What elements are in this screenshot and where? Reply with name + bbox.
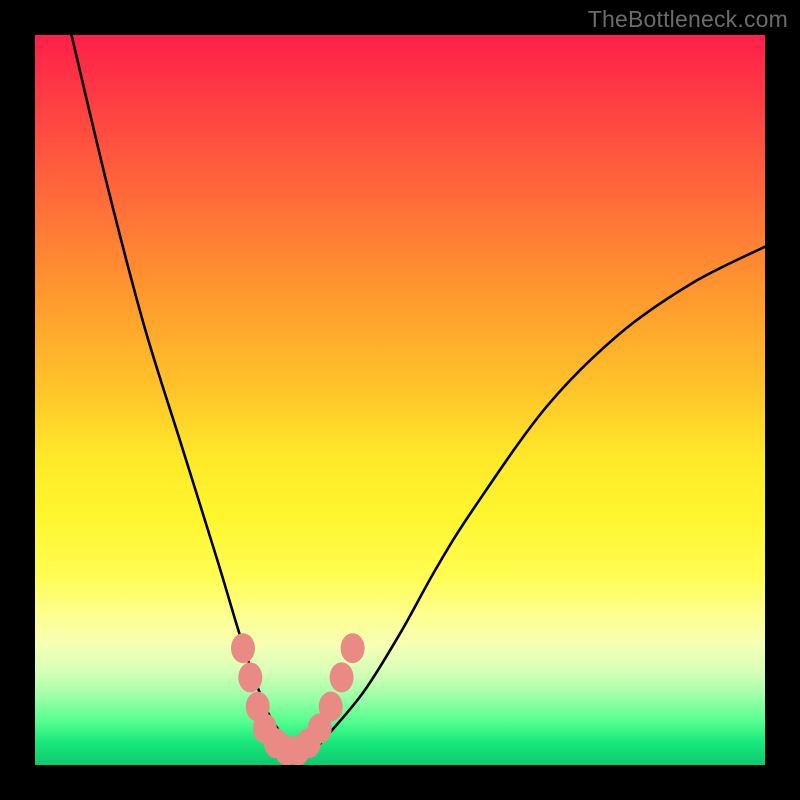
highlighted-point [341,633,365,663]
bottleneck-curve-svg [35,35,765,765]
chart-frame: TheBottleneck.com [0,0,800,800]
highlighted-point [231,633,255,663]
watermark-text: TheBottleneck.com [588,6,788,33]
highlighted-point [319,692,343,722]
highlighted-point [238,662,262,692]
bottleneck-curve-path [72,35,766,752]
chart-plot-area [35,35,765,765]
highlighted-point [330,662,354,692]
highlighted-points-group [231,633,365,765]
